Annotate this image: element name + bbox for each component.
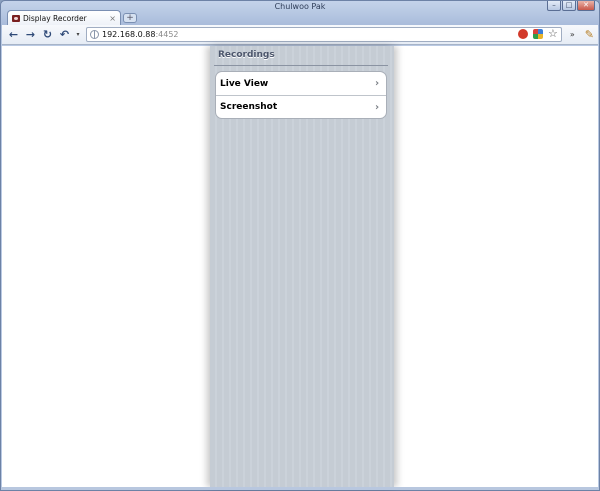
header-divider [214,65,388,66]
browser-toolbar: ← → ↻ ↶ ▾ 192.168.0.88:4452 ☆ » ✎ [2,25,598,45]
list-item-screenshot[interactable]: Screenshot › [216,95,386,118]
list-item-live-view[interactable]: Live View › [216,72,386,95]
extension-multicolor-icon[interactable] [533,29,544,39]
extension-red-icon[interactable] [518,29,529,39]
close-window-button[interactable]: ✕ [577,1,595,11]
recordings-list: Live View › Screenshot › [215,71,387,119]
window-bottom-border [1,487,599,490]
new-tab-button[interactable]: + [123,13,137,23]
list-item-label: Live View [220,78,269,89]
url-port: :4452 [155,30,179,39]
address-bar-actions: ☆ [518,28,558,39]
history-button[interactable]: ↶ [57,27,72,43]
chevron-right-icon: › [374,78,380,89]
reload-button[interactable]: ↻ [40,27,55,43]
history-dropdown-icon[interactable]: ▾ [74,31,82,38]
window-controls: – □ ✕ [547,1,595,11]
forward-button[interactable]: → [23,27,38,43]
extensions-overflow-icon[interactable]: » [570,30,575,39]
maximize-button[interactable]: □ [562,1,576,11]
browser-window: Chulwoo Pak – □ ✕ Display Recorder × + ←… [0,0,600,491]
section-header: Recordings [218,50,275,60]
minimize-button[interactable]: – [547,1,561,11]
recorder-favicon-icon [12,14,20,22]
page-viewport: Recordings Live View › Screenshot › [2,46,598,487]
address-bar[interactable]: 192.168.0.88:4452 ☆ [86,27,562,42]
chevron-right-icon: › [374,101,380,113]
tab-close-icon[interactable]: × [109,14,116,23]
bookmark-star-icon[interactable]: ☆ [548,28,558,39]
globe-icon [90,30,99,39]
back-button[interactable]: ← [6,27,21,43]
tab-title: Display Recorder [23,13,87,23]
list-item-label: Screenshot [220,102,278,112]
url-host: 192.168.0.88 [102,30,156,39]
tab-display-recorder[interactable]: Display Recorder × [7,10,121,25]
wrench-menu-icon[interactable]: ✎ [585,28,594,41]
recordings-panel: Recordings Live View › Screenshot › [210,46,394,487]
